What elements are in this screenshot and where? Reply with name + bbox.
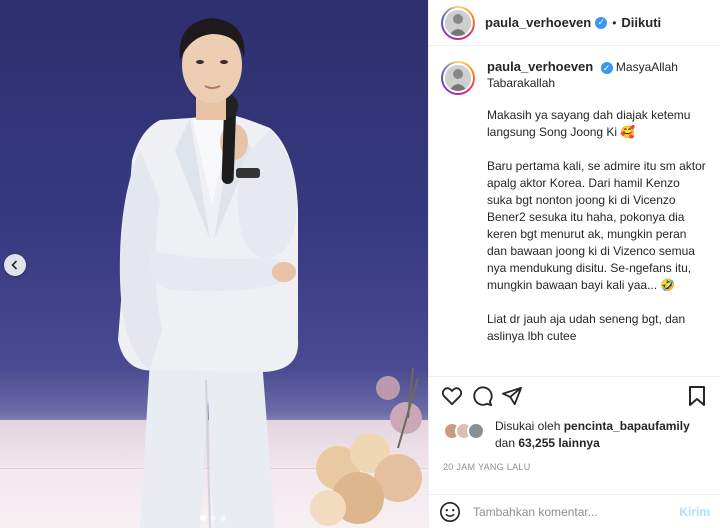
chevron-left-icon (11, 260, 18, 270)
avatar-image (443, 63, 473, 93)
avatar[interactable] (441, 5, 475, 40)
comment-form: Kirim (429, 494, 720, 528)
carousel-dots (200, 515, 226, 521)
verified-badge-icon: ✓ (595, 16, 608, 29)
post-photo[interactable] (0, 0, 428, 528)
comment-button[interactable] (467, 381, 497, 411)
emoji-icon[interactable] (439, 501, 461, 523)
caption-first-line: paula_verhoeven ✓ MasyaAllah Tabarakalla… (487, 59, 708, 95)
post-details-panel: paula_verhoeven ✓ • Diikuti paula_verhoe… (428, 0, 720, 528)
caption-section: paula_verhoeven ✓ MasyaAllah Tabarakalla… (429, 47, 720, 367)
likes-prefix: Disukai oleh (495, 419, 561, 433)
carousel-dot (200, 515, 206, 521)
header-username[interactable]: paula_verhoeven (485, 15, 591, 30)
comment-icon (473, 385, 493, 406)
follow-status-button[interactable]: Diikuti (621, 15, 661, 30)
likes-count[interactable]: 63,255 (518, 436, 555, 450)
flower-arrangement (310, 367, 422, 526)
caption-paragraph: Baru pertama kali, se admire itu sm akto… (487, 159, 706, 292)
caption-paragraph: Liat dr jauh aja udah seneng bgt, dan as… (487, 312, 686, 343)
save-button[interactable] (682, 381, 712, 411)
post-comment-button[interactable]: Kirim (679, 505, 710, 519)
liker-username[interactable]: pencinta_bapaufamily (564, 419, 690, 433)
avatar-image (443, 7, 473, 38)
likes-suffix[interactable]: lainnya (558, 436, 599, 450)
carousel-prev-button[interactable] (4, 254, 26, 276)
bookmark-icon (689, 385, 705, 406)
likes-summary: Disukai oleh pencinta_bapaufamily dan 63… (443, 418, 710, 452)
carousel-dot (210, 515, 216, 521)
header-separator: • (612, 15, 617, 30)
caption-text: Makasih ya sayang dah diajak ketemu lang… (487, 107, 707, 345)
carousel-dot (220, 515, 226, 521)
liker-avatar (467, 422, 485, 440)
verified-badge-icon: ✓ (600, 62, 613, 74)
caption-avatar[interactable] (441, 61, 475, 95)
heart-icon (441, 386, 463, 405)
post-timestamp[interactable]: 20 JAM YANG LALU (443, 462, 531, 472)
caption-username[interactable]: paula_verhoeven (487, 59, 593, 74)
share-button[interactable] (497, 381, 527, 411)
comment-input[interactable] (473, 504, 680, 519)
caption-paragraph: Makasih ya sayang dah diajak ketemu lang… (487, 108, 691, 139)
send-icon (501, 386, 522, 405)
likes-connector: dan (495, 436, 516, 450)
likes-text: Disukai oleh pencinta_bapaufamily dan 63… (495, 418, 690, 452)
post-actions (429, 376, 720, 414)
post-header: paula_verhoeven ✓ • Diikuti (429, 0, 720, 46)
liker-avatars (443, 422, 489, 442)
like-button[interactable] (437, 381, 467, 411)
